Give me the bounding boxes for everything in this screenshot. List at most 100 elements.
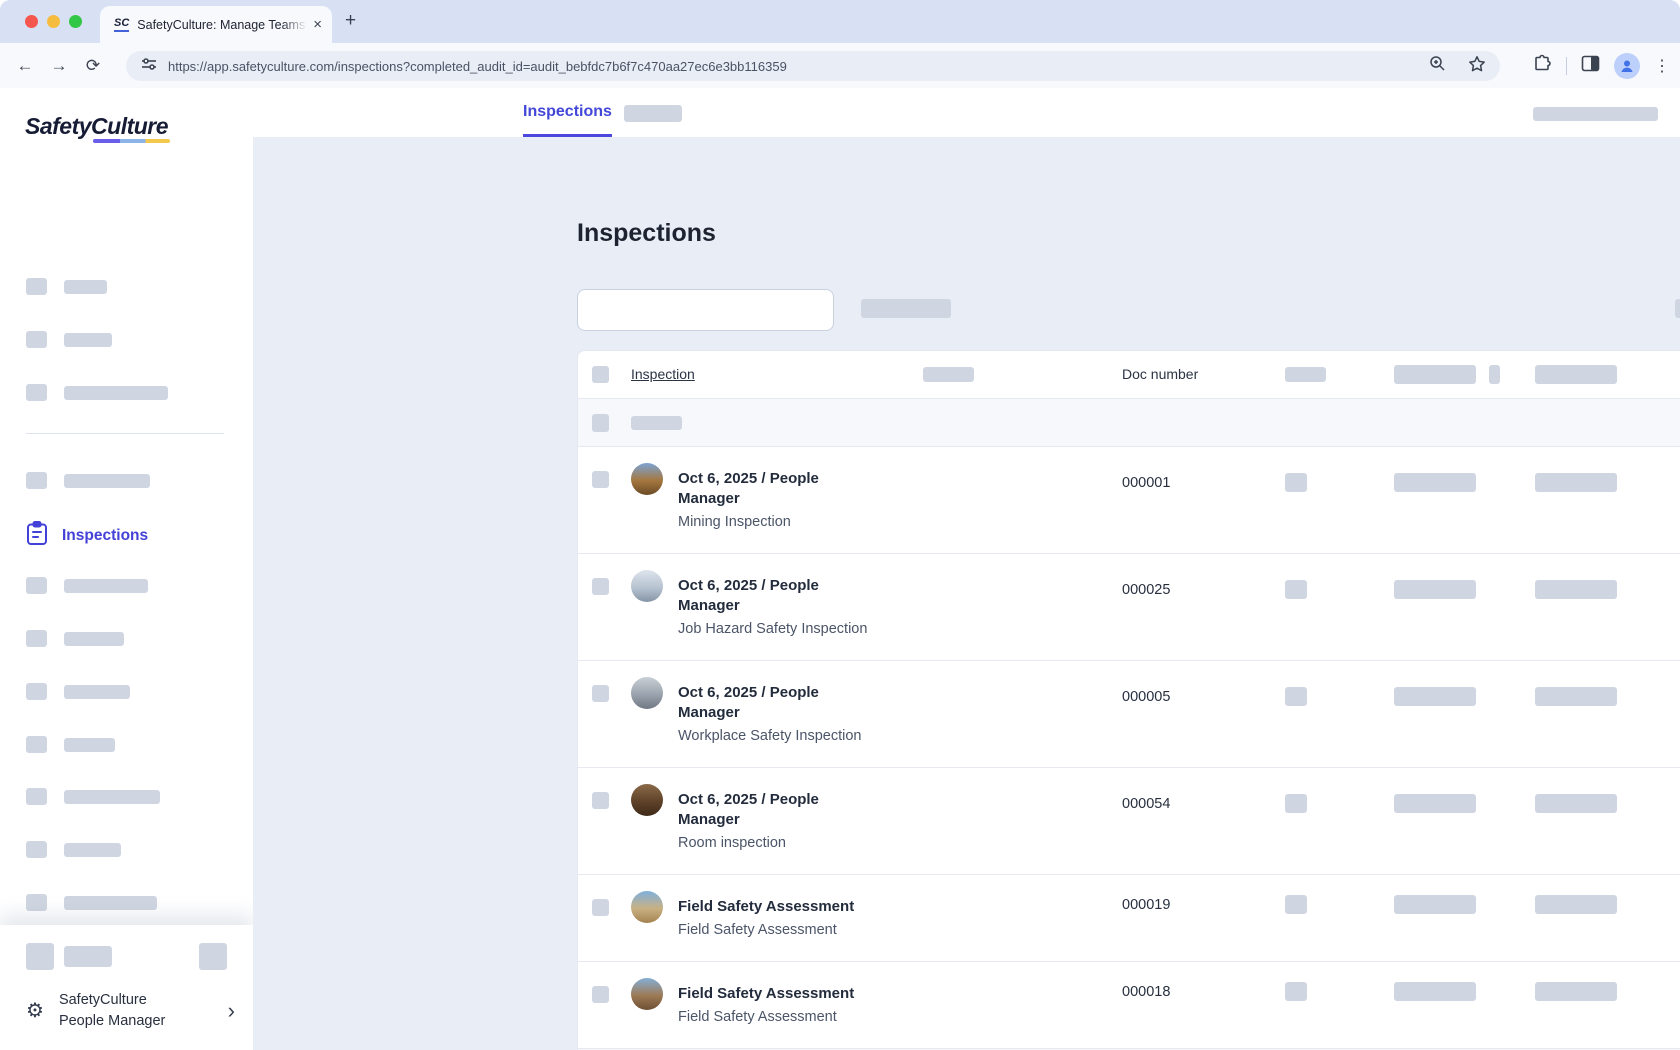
sidebar-item-inspections[interactable]: Inspections: [26, 521, 148, 551]
back-button[interactable]: ←: [8, 56, 42, 76]
logo-safety: Safety: [25, 113, 91, 139]
inspection-cell[interactable]: Oct 6, 2025 / People Manager Job Hazard …: [678, 576, 1680, 640]
sidebar-item-skeleton[interactable]: [26, 788, 160, 805]
nav-label-skeleton: [64, 579, 148, 593]
table-header-row: Inspection Doc number: [578, 351, 1680, 399]
sidebar-item-skeleton[interactable]: [26, 577, 148, 594]
doc-number-value: 000001: [1122, 473, 1170, 493]
table-row[interactable]: Field Safety Assessment Field Safety Ass…: [578, 962, 1680, 1049]
extensions-icon[interactable]: [1533, 54, 1552, 78]
close-tab-icon[interactable]: ×: [313, 16, 322, 33]
column-skeleton: [1489, 365, 1500, 384]
cell-skeleton: [1394, 473, 1476, 492]
inspection-avatar: [631, 891, 663, 923]
nav-label-skeleton: [64, 790, 160, 804]
sidebar-item-skeleton[interactable]: [26, 894, 157, 911]
maximize-window-button[interactable]: [69, 15, 82, 28]
bookmark-star-icon[interactable]: [1468, 55, 1486, 78]
nav-label-skeleton: [64, 685, 130, 699]
safetyculture-logo[interactable]: SafetyCulture: [25, 113, 168, 140]
table-row[interactable]: Oct 6, 2025 / People Manager Room inspec…: [578, 768, 1680, 875]
cell-skeleton: [1394, 794, 1476, 813]
inspection-title[interactable]: Oct 6, 2025 / People Manager: [678, 683, 868, 723]
chevron-right-icon[interactable]: ›: [228, 1000, 235, 1022]
inspection-template-name: Mining Inspection: [678, 511, 1680, 533]
tab-inspections[interactable]: Inspections: [523, 88, 612, 137]
inspection-title[interactable]: Oct 6, 2025 / People Manager: [678, 469, 868, 509]
nav-icon-skeleton: [26, 577, 47, 594]
inspection-avatar: [631, 570, 663, 602]
forward-button[interactable]: →: [42, 56, 76, 76]
nav-icon-skeleton: [26, 630, 47, 647]
cell-skeleton: [1394, 982, 1476, 1001]
row-checkbox-skeleton[interactable]: [592, 986, 609, 1003]
cell-skeleton: [1394, 580, 1476, 599]
inspection-cell[interactable]: Field Safety Assessment Field Safety Ass…: [678, 984, 1680, 1028]
column-skeleton: [1394, 365, 1476, 384]
cell-skeleton: [1285, 895, 1307, 914]
new-tab-button[interactable]: +: [345, 10, 356, 32]
inspections-content: Inspections Inspection Doc number: [253, 137, 1680, 1050]
inspection-title[interactable]: Field Safety Assessment: [678, 897, 868, 917]
reload-button[interactable]: ⟳: [76, 56, 110, 76]
inspection-title[interactable]: Oct 6, 2025 / People Manager: [678, 576, 868, 616]
side-panel-icon[interactable]: [1581, 55, 1600, 77]
close-window-button[interactable]: [25, 15, 38, 28]
row-checkbox-skeleton[interactable]: [592, 899, 609, 916]
column-skeleton: [1285, 367, 1326, 382]
sidebar-item-skeleton[interactable]: [26, 331, 112, 348]
column-doc-number[interactable]: Doc number: [1122, 366, 1198, 382]
group-checkbox-skeleton[interactable]: [592, 414, 609, 432]
inspection-cell[interactable]: Oct 6, 2025 / People Manager Room inspec…: [678, 790, 1680, 854]
sidebar-item-skeleton[interactable]: [26, 384, 168, 401]
cell-skeleton: [1285, 982, 1307, 1001]
sidebar-item-skeleton[interactable]: [26, 630, 124, 647]
header-right-skeleton: [1533, 107, 1658, 121]
profile-avatar-icon[interactable]: [1614, 53, 1640, 79]
address-bar[interactable]: https://app.safetyculture.com/inspection…: [126, 51, 1500, 81]
table-row[interactable]: Oct 6, 2025 / People Manager Job Hazard …: [578, 554, 1680, 661]
sidebar-item-skeleton[interactable]: [26, 736, 115, 753]
logo-culture: Culture: [91, 113, 168, 139]
inspection-cell[interactable]: Field Safety Assessment Field Safety Ass…: [678, 897, 1680, 941]
inspection-cell[interactable]: Oct 6, 2025 / People Manager Mining Insp…: [678, 469, 1680, 533]
zoom-icon[interactable]: [1429, 55, 1446, 77]
row-checkbox-skeleton[interactable]: [592, 578, 609, 595]
footer-action-skeleton[interactable]: [199, 943, 227, 970]
tab-skeleton[interactable]: [624, 105, 682, 122]
inspections-table: Inspection Doc number: [577, 350, 1680, 1050]
table-row[interactable]: Oct 6, 2025 / People Manager Mining Insp…: [578, 447, 1680, 554]
table-row[interactable]: Oct 6, 2025 / People Manager Workplace S…: [578, 661, 1680, 768]
row-checkbox-skeleton[interactable]: [592, 792, 609, 809]
row-checkbox-skeleton[interactable]: [592, 685, 609, 702]
sidebar-item-skeleton[interactable]: [26, 683, 130, 700]
browser-menu-icon[interactable]: ⋮: [1654, 56, 1670, 76]
inspection-title[interactable]: Oct 6, 2025 / People Manager: [678, 790, 868, 830]
sidebar-item-skeleton[interactable]: [26, 278, 107, 295]
minimize-window-button[interactable]: [47, 15, 60, 28]
doc-number-value: 000025: [1122, 580, 1170, 600]
row-checkbox-skeleton[interactable]: [592, 471, 609, 488]
nav-label-skeleton: [64, 333, 112, 347]
site-settings-icon[interactable]: [140, 55, 158, 78]
footer-icon-skeleton: [26, 943, 54, 970]
nav-label-skeleton: [64, 632, 124, 646]
sidebar-item-skeleton[interactable]: [26, 841, 121, 858]
filter-skeleton[interactable]: [861, 299, 951, 318]
gear-icon[interactable]: ⚙: [26, 1001, 44, 1021]
select-all-checkbox-skeleton[interactable]: [592, 366, 609, 383]
inspection-avatar: [631, 463, 663, 495]
footer-skeleton-row: [26, 943, 227, 971]
inspection-title[interactable]: Field Safety Assessment: [678, 984, 868, 1004]
nav-icon-skeleton: [26, 841, 47, 858]
column-inspection[interactable]: Inspection: [631, 366, 695, 382]
url-text[interactable]: https://app.safetyculture.com/inspection…: [168, 59, 1429, 74]
sidebar-item-skeleton[interactable]: [26, 472, 150, 489]
search-input[interactable]: [577, 289, 834, 331]
org-switcher[interactable]: ⚙ SafetyCulture People Manager ›: [26, 990, 235, 1032]
inspection-cell[interactable]: Oct 6, 2025 / People Manager Workplace S…: [678, 683, 1680, 747]
nav-icon-skeleton: [26, 331, 47, 348]
browser-tab[interactable]: SC SafetyCulture: Manage Teams ×: [100, 6, 332, 43]
table-row[interactable]: Field Safety Assessment Field Safety Ass…: [578, 875, 1680, 962]
footer-label-skeleton: [64, 946, 112, 967]
